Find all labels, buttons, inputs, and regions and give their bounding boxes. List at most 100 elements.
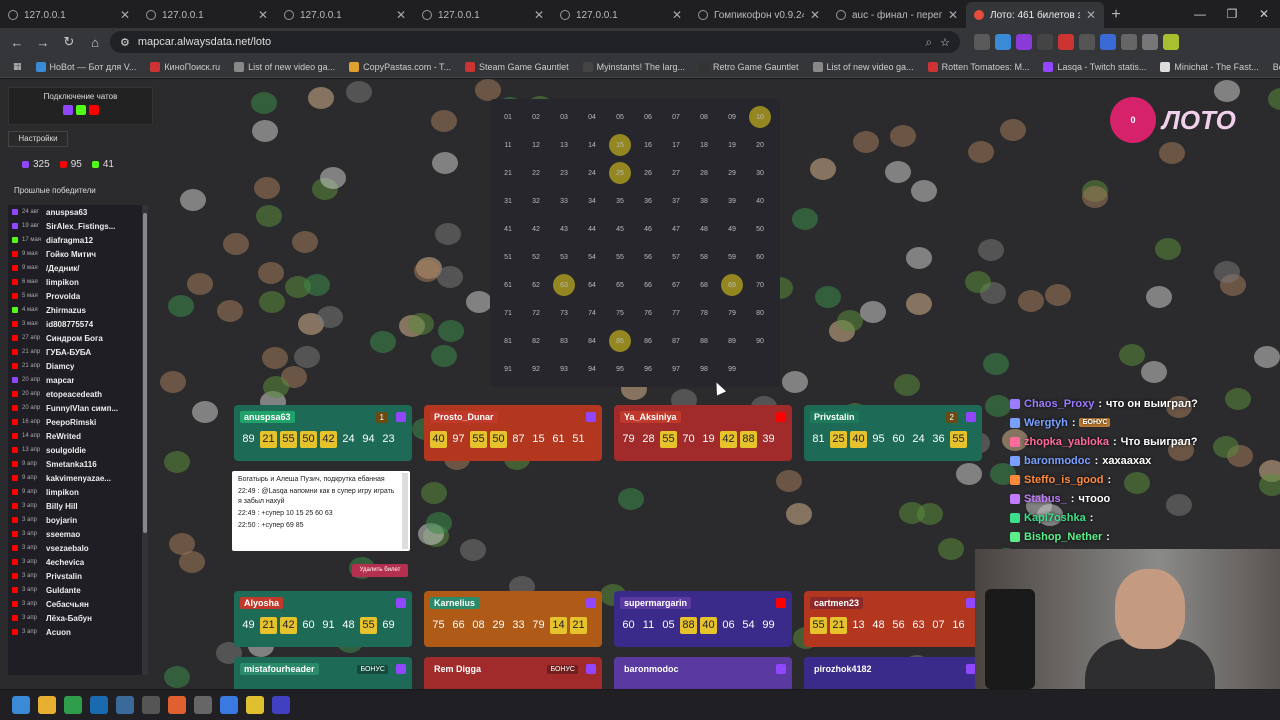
app-icon[interactable] [246,696,264,714]
close-icon[interactable]: ✕ [258,8,268,22]
ticket-card[interactable]: mistafourheader БОНУС [234,657,412,689]
address-bar[interactable]: ⚙ mapcar.alwaysdata.net/loto ⌕ ☆ [110,31,960,53]
bookmark-item[interactable]: Myinstants! The larg... [576,61,692,72]
bookmark-item[interactable]: List of new video ga... [806,61,921,72]
ticket-number: 16 [952,619,965,631]
site-info-icon[interactable]: ⚙ [120,36,130,49]
scrollbar[interactable] [142,205,148,675]
user-badge-icon [1010,417,1020,428]
board-number: 55 [616,253,624,261]
winner-row: 3 апр Privstalin [8,569,148,583]
maximize-icon[interactable]: ❐ [1216,0,1248,28]
browser-tab[interactable]: 127.0.0.1 ✕ [414,2,552,28]
board-number: 48 [700,225,708,233]
forward-icon[interactable]: → [32,35,54,50]
bookmark-item[interactable]: HoBot — Бот для V... [29,61,144,72]
ticket-card[interactable]: Rem Digga БОНУС [424,657,602,689]
home-icon[interactable]: ⌂ [84,35,106,50]
app-icon[interactable] [220,696,238,714]
extension-icon[interactable] [1058,34,1074,50]
winner-date: 3 апр [22,601,37,607]
ticket-card[interactable]: baronmodoc [614,657,792,689]
board-number: 97 [672,365,680,373]
ticket-card[interactable]: Ya_Aksiniya 79 28 55 70 19 42 88 39 [614,405,792,461]
ticket-card[interactable]: Privstalin 2 81 25 40 95 60 24 36 55 [804,405,982,461]
ticket-number: 50 [490,431,507,448]
new-tab-button[interactable]: + [1104,2,1128,28]
chrome-icon[interactable] [64,696,82,714]
extension-icon[interactable] [1016,34,1032,50]
ticket-number: 60 [892,433,905,445]
browser-tab[interactable]: auc - финал - перега ✕ [828,2,966,28]
close-icon[interactable]: ✕ [672,8,682,22]
winner-date: 14 апр [22,433,41,439]
ticket-card[interactable]: Alyosha 49 21 42 60 91 48 55 69 [234,591,412,647]
app-icon[interactable] [116,696,134,714]
extension-icon[interactable] [974,34,990,50]
avatar[interactable] [1163,34,1179,50]
youtube-icon[interactable] [88,105,99,115]
bookmark-item[interactable]: CopyPastas.com - T... [342,61,458,72]
reload-icon[interactable]: ↻ [58,34,80,50]
bookmark-item[interactable]: Rotten Tomatoes: M... [921,61,1037,72]
winner-name: Provolda [46,291,81,301]
all-bookmarks-button[interactable]: Все закладки [1266,62,1280,72]
browser-tab[interactable]: 127.0.0.1 ✕ [276,2,414,28]
zoom-icon[interactable]: ⌕ [925,35,932,50]
browser-tab[interactable]: 127.0.0.1 ✕ [138,2,276,28]
extension-icon[interactable] [1142,34,1158,50]
browser-tab[interactable]: 127.0.0.1 ✕ [0,2,138,28]
bookmark-item[interactable]: Steam Game Gauntlet [458,61,576,72]
extension-icon[interactable] [1037,34,1053,50]
close-icon[interactable]: ✕ [948,8,958,22]
steam-icon[interactable] [90,696,108,714]
apps-grid-icon[interactable]: ▦ [6,61,29,72]
close-window-icon[interactable]: ✕ [1248,0,1280,28]
close-icon[interactable]: ✕ [534,8,544,22]
close-icon[interactable]: ✕ [120,8,130,22]
ticket-number: 99 [762,619,775,631]
browser-tab[interactable]: Гомпикофон v0.9.24.1 — ✕ [690,2,828,28]
file-explorer-icon[interactable] [38,696,56,714]
ticket-card[interactable]: cartmen23 55 21 13 48 56 63 07 16 [804,591,982,647]
twitch-icon[interactable] [62,105,73,115]
extension-icon[interactable] [1079,34,1095,50]
bookmark-item[interactable]: КиноПоиск.ru [143,61,227,72]
extension-icon[interactable] [1121,34,1137,50]
ticket-chat-log[interactable]: Богатырь и Алеша Пузич, подкрутка ебанна… [232,471,410,551]
extension-icon[interactable] [995,34,1011,50]
settings-button[interactable]: Настройки [8,131,68,147]
board-number: 33 [560,197,568,205]
terminal-icon[interactable] [142,696,160,714]
ticket-card[interactable]: Karnelius 75 66 08 29 33 79 14 21 [424,591,602,647]
browser-tab[interactable]: Лото: 461 билетов заре ✕ [966,2,1104,28]
bookmark-item[interactable]: List of new video ga... [227,61,342,72]
close-icon[interactable]: ✕ [810,8,820,22]
bookmark-item[interactable]: Minichat - The Fast... [1153,61,1265,72]
ticket-card[interactable]: Prosto_Dunar 40 97 55 50 87 15 61 51 [424,405,602,461]
firefox-icon[interactable] [168,696,186,714]
ticket-card[interactable]: supermargarin 60 11 05 88 40 06 54 99 [614,591,792,647]
kick-icon[interactable] [75,105,86,115]
windows-start-icon[interactable] [12,696,30,714]
settings-icon[interactable] [194,696,212,714]
winner-name: ГУБА-БУБА [46,347,92,357]
winner-date: 20 апр [22,377,41,383]
app-icon[interactable] [272,696,290,714]
delete-ticket-button[interactable]: Удалить билет [352,564,408,577]
winner-row: 3 апр Acuon [8,625,148,639]
extension-icon[interactable] [1100,34,1116,50]
scrollbar[interactable] [402,473,408,549]
bookmark-item[interactable]: Lasqa - Twitch statis... [1036,61,1153,72]
browser-tab[interactable]: 127.0.0.1 ✕ [552,2,690,28]
bookmark-star-icon[interactable]: ☆ [940,36,950,49]
bookmark-item[interactable]: Retro Game Gauntlet [692,61,806,72]
ticket-numbers: 55 21 13 48 56 63 07 16 [810,617,976,634]
past-winners-list[interactable]: 24 авг anuspsa63 19 авг SirAlex_Fistings...… [8,205,148,675]
ticket-card[interactable]: pirozhok4182 [804,657,982,689]
ticket-card[interactable]: anuspsa63 1 89 21 55 50 42 24 94 23 [234,405,412,461]
back-icon[interactable]: ← [6,35,28,50]
close-icon[interactable]: ✕ [1086,8,1096,22]
minimize-icon[interactable]: — [1184,0,1216,28]
close-icon[interactable]: ✕ [396,8,406,22]
